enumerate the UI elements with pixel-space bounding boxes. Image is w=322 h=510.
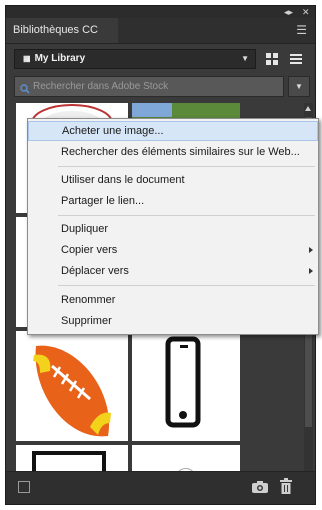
menu-item-buy-image[interactable]: Acheter une image... (28, 121, 318, 141)
menu-item-move-to[interactable]: Déplacer vers (28, 261, 318, 281)
menu-item-label: Acheter une image... (62, 125, 164, 137)
submenu-arrow-icon (309, 247, 313, 253)
panel-top-strip: ◂▸ ✕ (6, 6, 315, 18)
context-menu: Acheter une image... Rechercher des élém… (27, 118, 319, 335)
panel-bottom-bar (6, 471, 315, 504)
menu-separator (58, 285, 315, 286)
menu-item-label: Partager le lien... (61, 195, 145, 207)
menu-item-label: Copier vers (61, 244, 118, 256)
menu-item-use-in-document[interactable]: Utiliser dans le document (28, 170, 318, 190)
thumbnail-frame[interactable] (16, 445, 128, 473)
menu-item-label: Renommer (61, 294, 116, 306)
menu-item-duplicate[interactable]: Dupliquer (28, 219, 318, 239)
menu-item-label: Supprimer (61, 315, 112, 327)
scroll-up-icon[interactable] (305, 106, 311, 111)
trash-icon[interactable] (279, 478, 293, 500)
search-source-dropdown[interactable]: ▼ (288, 76, 310, 97)
library-icon: ▦ (23, 54, 31, 63)
menu-item-rename[interactable]: Renommer (28, 290, 318, 310)
thumbnail-sketch[interactable] (132, 445, 240, 473)
thumbnail-phone[interactable] (132, 331, 240, 441)
close-icon[interactable]: ✕ (302, 6, 310, 18)
chevron-down-icon: ▼ (241, 54, 249, 63)
library-select-label: My Library (34, 53, 86, 64)
menu-item-label: Utiliser dans le document (61, 174, 185, 186)
submenu-arrow-icon (309, 268, 313, 274)
menu-separator (58, 166, 315, 167)
panel-menu-icon[interactable]: ☰ (296, 23, 307, 37)
camera-icon[interactable] (251, 479, 269, 500)
search-placeholder: Rechercher dans Adobe Stock (33, 81, 169, 92)
grid-view-icon[interactable] (263, 49, 281, 69)
menu-item-label: Dupliquer (61, 223, 109, 235)
menu-item-delete[interactable]: Supprimer (28, 311, 318, 331)
chevron-down-icon: ▼ (295, 82, 303, 91)
collapse-icon[interactable]: ◂▸ (284, 6, 293, 18)
list-view-icon[interactable] (287, 49, 305, 69)
select-checkbox[interactable] (18, 481, 30, 493)
menu-item-label: Déplacer vers (61, 265, 129, 277)
library-select[interactable]: ▦ My Library ▼ (14, 49, 256, 69)
menu-item-label: Rechercher des éléments similaires sur l… (61, 146, 300, 158)
thumbnail-football[interactable] (16, 331, 128, 441)
menu-item-share-link[interactable]: Partager le lien... (28, 191, 318, 211)
panel-tab-bar: Bibliothèques CC ☰ (6, 18, 315, 44)
tab-cc-libraries[interactable]: Bibliothèques CC (6, 18, 118, 43)
menu-item-copy-to[interactable]: Copier vers (28, 240, 318, 260)
menu-separator (58, 215, 315, 216)
stock-search-input[interactable]: Rechercher dans Adobe Stock (14, 76, 284, 97)
menu-item-search-similar[interactable]: Rechercher des éléments similaires sur l… (28, 142, 318, 162)
search-icon (20, 82, 30, 101)
